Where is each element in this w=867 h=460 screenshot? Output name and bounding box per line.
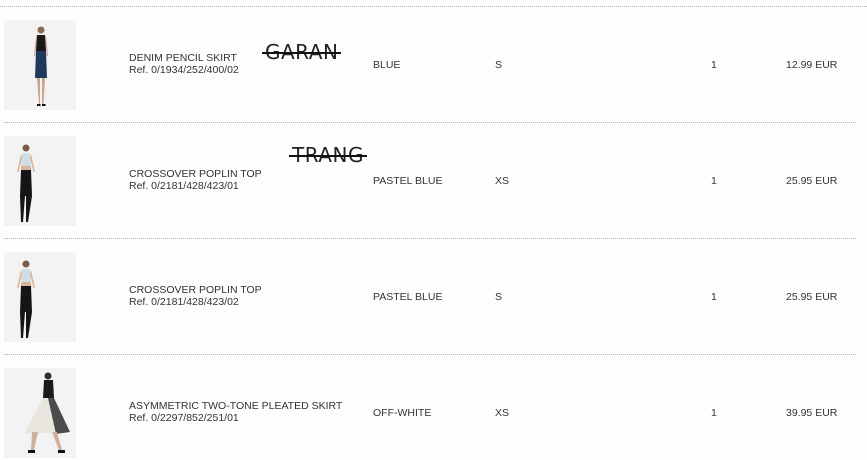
- annotation-strike: [289, 155, 367, 157]
- product-thumbnail[interactable]: [4, 20, 76, 110]
- product-info: ASYMMETRIC TWO-TONE PLEATED SKIRT Ref. 0…: [129, 400, 342, 424]
- product-price: 12.99 EUR: [786, 59, 838, 71]
- product-name[interactable]: ASYMMETRIC TWO-TONE PLEATED SKIRT: [129, 400, 342, 412]
- product-quantity: 1: [711, 407, 717, 419]
- product-ref: Ref. 0/2181/428/423/02: [129, 296, 239, 308]
- annotation-note: GARAN: [262, 40, 342, 64]
- product-color: PASTEL BLUE: [373, 291, 443, 303]
- annotation-strike: [262, 52, 342, 54]
- product-size: S: [495, 291, 503, 303]
- product-price: 39.95 EUR: [786, 407, 838, 419]
- model-poplin-top-image: [4, 136, 76, 226]
- product-color: PASTEL BLUE: [373, 175, 443, 187]
- order-item-row: CROSSOVER POPLIN TOP Ref. 0/2181/428/423…: [0, 123, 867, 239]
- order-item-row: ASYMMETRIC TWO-TONE PLEATED SKIRT Ref. 0…: [0, 355, 867, 460]
- annotation-note: TRANG: [289, 143, 367, 167]
- product-ref: Ref. 0/2297/852/251/01: [129, 412, 239, 424]
- order-item-row: CROSSOVER POPLIN TOP Ref. 0/2181/428/423…: [0, 239, 867, 355]
- product-thumbnail[interactable]: [4, 136, 76, 226]
- product-quantity: 1: [711, 59, 717, 71]
- model-denim-skirt-image: [4, 20, 76, 110]
- product-name[interactable]: CROSSOVER POPLIN TOP: [129, 168, 262, 180]
- product-name[interactable]: CROSSOVER POPLIN TOP: [129, 284, 262, 296]
- product-quantity: 1: [711, 291, 717, 303]
- product-info: CROSSOVER POPLIN TOP Ref. 0/2181/428/423…: [129, 284, 262, 308]
- model-pleated-skirt-image: [4, 368, 76, 458]
- order-item-row: DENIM PENCIL SKIRT Ref. 0/1934/252/400/0…: [0, 7, 867, 123]
- product-info: DENIM PENCIL SKIRT Ref. 0/1934/252/400/0…: [129, 52, 239, 76]
- product-info: CROSSOVER POPLIN TOP Ref. 0/2181/428/423…: [129, 168, 262, 192]
- product-thumbnail[interactable]: [4, 368, 76, 458]
- product-name[interactable]: DENIM PENCIL SKIRT: [129, 52, 239, 64]
- product-color: OFF-WHITE: [373, 407, 432, 419]
- product-color: BLUE: [373, 59, 401, 71]
- product-size: S: [495, 59, 503, 71]
- product-price: 25.95 EUR: [786, 175, 838, 187]
- product-ref: Ref. 0/2181/428/423/01: [129, 180, 239, 192]
- product-size: XS: [495, 407, 510, 419]
- product-size: XS: [495, 175, 510, 187]
- product-thumbnail[interactable]: [4, 252, 76, 342]
- product-ref: Ref. 0/1934/252/400/02: [129, 64, 239, 76]
- product-price: 25.95 EUR: [786, 291, 838, 303]
- product-quantity: 1: [711, 175, 717, 187]
- model-poplin-top-image: [4, 252, 76, 342]
